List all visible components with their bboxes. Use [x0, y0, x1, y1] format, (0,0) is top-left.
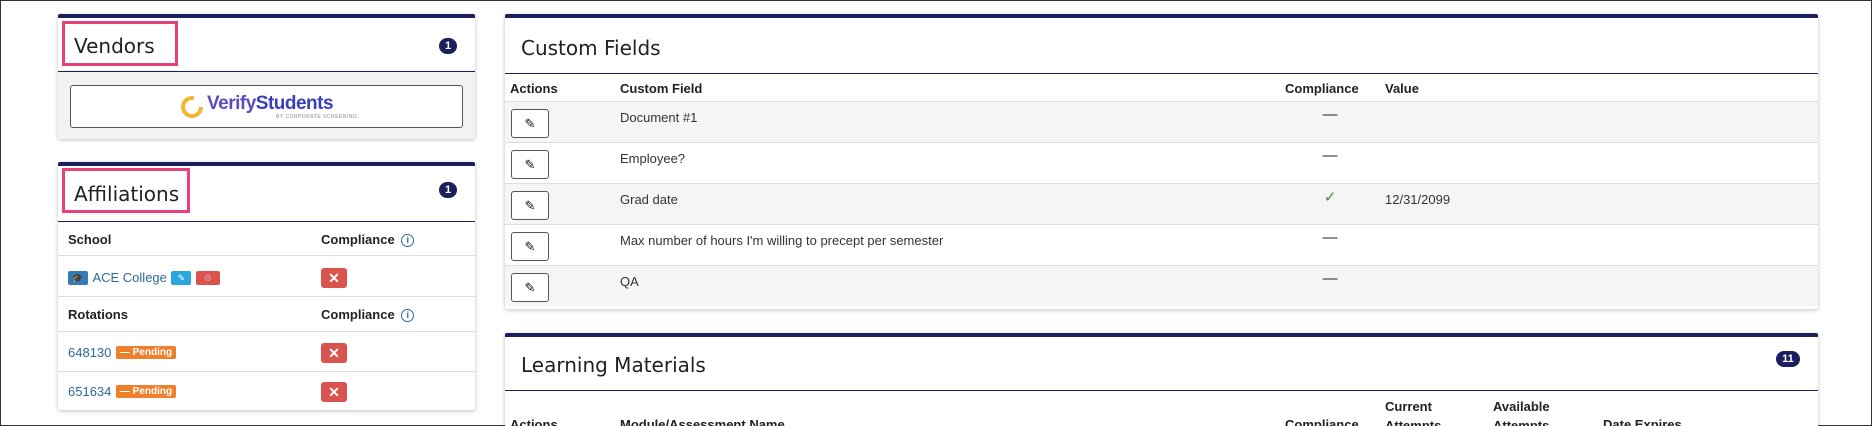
custom-field-row: ✎ Max number of hours I'm willing to pre… — [505, 224, 1818, 265]
vendor-logo-text: VerifyStudents — [207, 93, 334, 114]
rotations-compliance-header: Compliance i — [321, 307, 415, 323]
learning-materials-panel: Learning Materials 11 Actions Module/Ass… — [505, 333, 1818, 426]
rotation-row: 648130 — Pending — [68, 344, 177, 362]
rotation-compliance-x: ✕ — [321, 343, 347, 363]
compliance-status: — — [1322, 147, 1338, 164]
vendor-logo-subtext: BY CORPORATE SCREENING — [276, 114, 358, 120]
custom-field-name: Document #1 — [620, 110, 698, 125]
edit-pencil-button[interactable]: ✎ — [511, 273, 549, 302]
pending-badge: — Pending — [115, 346, 177, 360]
lm-actions-header: Actions — [510, 417, 558, 426]
lm-current-attempts-header: Current Attempts — [1385, 399, 1442, 426]
school-header: School — [68, 232, 112, 247]
school-compliance-header: Compliance i — [321, 232, 415, 248]
table-divider — [58, 255, 475, 256]
lm-compliance-header: Compliance — [1285, 417, 1359, 426]
custom-field-name: Employee? — [620, 151, 686, 166]
lm-module-header: Module/Assessment Name — [620, 417, 785, 426]
vendors-count-badge: 1 — [439, 38, 457, 54]
compliance-status: — — [1322, 106, 1338, 123]
rotation-row: 651634 — Pending — [68, 383, 177, 401]
affiliations-divider — [58, 221, 475, 222]
info-icon[interactable]: i — [401, 234, 415, 248]
verifystudents-logo-icon — [181, 96, 203, 118]
table-divider — [58, 296, 475, 297]
cf-value-header: Value — [1385, 81, 1419, 96]
custom-field-name: QA — [620, 274, 639, 289]
recycle-school-icon[interactable]: ♲ — [195, 270, 220, 285]
lm-date-expires-header: Date Expires — [1603, 417, 1682, 426]
custom-field-name: Grad date — [620, 192, 678, 207]
custom-field-value: 12/31/2099 — [1385, 192, 1451, 207]
info-icon[interactable]: i — [401, 309, 415, 323]
custom-fields-title: Custom Fields — [521, 36, 661, 60]
edit-pencil-button[interactable]: ✎ — [511, 109, 549, 138]
vendors-divider — [58, 71, 475, 72]
custom-field-name: Max number of hours I'm willing to prece… — [620, 233, 944, 248]
pending-badge: — Pending — [115, 385, 177, 399]
edit-school-icon[interactable]: ✎ — [171, 270, 192, 285]
affiliations-count-badge: 1 — [439, 182, 457, 198]
edit-pencil-button[interactable]: ✎ — [511, 232, 549, 261]
affiliations-title-highlight — [62, 168, 190, 213]
cf-actions-header: Actions — [510, 81, 558, 96]
rotation-link[interactable]: 648130 — [68, 345, 111, 360]
compliance-status: — — [1322, 270, 1338, 287]
vendors-title-highlight — [62, 21, 178, 66]
custom-field-row: ✎ Employee? — — [505, 142, 1818, 183]
rotations-header: Rotations — [68, 307, 128, 322]
learning-materials-count-badge: 11 — [1776, 351, 1800, 367]
compliance-check-icon: ✓ — [1323, 189, 1337, 206]
rotation-compliance-x: ✕ — [321, 382, 347, 402]
lm-available-attempts-header: Available Attempts — [1493, 399, 1550, 426]
custom-field-row: ✎ QA — — [505, 265, 1818, 306]
custom-fields-divider — [505, 73, 1818, 74]
school-link[interactable]: ACE College — [92, 270, 166, 285]
learning-materials-divider — [505, 390, 1818, 391]
rotation-link[interactable]: 651634 — [68, 384, 111, 399]
learning-materials-title: Learning Materials — [521, 353, 706, 377]
school-icon: 🎓 — [68, 270, 88, 285]
custom-field-row: ✎ Grad date ✓ 12/31/2099 — [505, 183, 1818, 224]
school-compliance-x: ✕ — [321, 268, 347, 288]
table-divider — [58, 371, 475, 372]
verifystudents-vendor-button[interactable]: VerifyStudents BY CORPORATE SCREENING — [70, 85, 463, 128]
school-row: 🎓 ACE College ✎ ♲ — [68, 269, 220, 287]
cf-field-header: Custom Field — [620, 81, 703, 96]
edit-pencil-button[interactable]: ✎ — [511, 191, 549, 220]
table-divider — [58, 331, 475, 332]
edit-pencil-button[interactable]: ✎ — [511, 150, 549, 179]
custom-field-row: ✎ Document #1 — — [505, 101, 1818, 142]
cf-compliance-header: Compliance — [1285, 81, 1359, 96]
compliance-status: — — [1322, 229, 1338, 246]
